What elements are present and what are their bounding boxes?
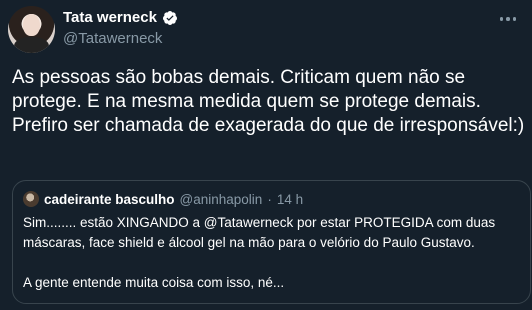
quoted-header: cadeirante basculho @aninhapolin · 14 h xyxy=(23,191,303,207)
quoted-author-name: cadeirante basculho xyxy=(44,191,175,207)
dot xyxy=(512,17,517,21)
quoted-text: Sim........ estão XINGANDO a @Tatawernec… xyxy=(23,213,518,293)
author-name-row: Tata werneck xyxy=(63,9,178,26)
ellipsis-icon[interactable] xyxy=(496,10,520,28)
quoted-author-handle: @aninhapolin xyxy=(179,191,263,207)
verified-badge-icon xyxy=(162,10,177,25)
tweet-text: As pessoas são bobas demais. Criticam qu… xyxy=(12,67,525,136)
quoted-timestamp: 14 h xyxy=(276,191,304,207)
quoted-tweet[interactable]: cadeirante basculho @aninhapolin · 14 h … xyxy=(12,180,531,304)
separator-dot: · xyxy=(267,191,272,207)
dot xyxy=(506,17,510,21)
quoted-paragraph-2: A gente entende muita coisa com isso, né… xyxy=(23,275,285,290)
author-avatar[interactable] xyxy=(8,6,55,53)
avatar-body xyxy=(14,37,49,53)
tweet-card: Tata werneck @Tatawerneck As pessoas são… xyxy=(0,0,532,310)
avatar-face xyxy=(23,14,40,36)
author-handle[interactable]: @Tatawerneck xyxy=(63,30,162,47)
author-name[interactable]: Tata werneck xyxy=(63,9,157,26)
quoted-paragraph-1: Sim........ estão XINGANDO a @Tatawernec… xyxy=(23,215,496,250)
dot xyxy=(499,17,504,21)
quoted-avatar xyxy=(23,191,39,207)
